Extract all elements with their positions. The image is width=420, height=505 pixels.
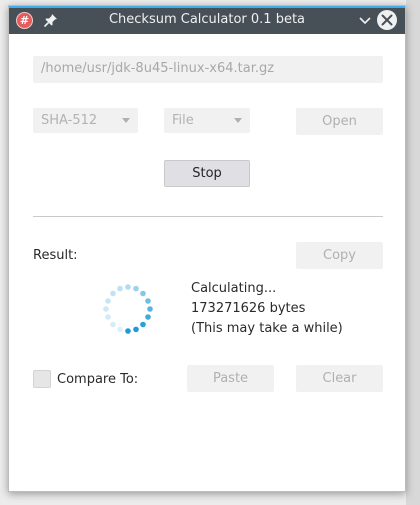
minimize-icon[interactable] xyxy=(357,12,373,28)
compare-label[interactable]: Compare To: xyxy=(57,372,138,387)
source-value: File xyxy=(172,113,194,128)
copy-button[interactable]: Copy xyxy=(296,242,383,269)
status-note: (This may take a while) xyxy=(191,321,343,336)
paste-button[interactable]: Paste xyxy=(187,365,274,392)
open-button[interactable]: Open xyxy=(296,108,383,135)
chevron-down-icon xyxy=(234,118,242,123)
title-bar[interactable]: # Checksum Calculator 0.1 beta xyxy=(9,6,405,34)
source-select[interactable]: File xyxy=(164,108,250,133)
background-window-edge xyxy=(406,0,420,505)
stop-button[interactable]: Stop xyxy=(164,160,250,187)
compare-checkbox[interactable] xyxy=(33,370,51,388)
divider xyxy=(33,216,383,217)
algorithm-select[interactable]: SHA-512 xyxy=(33,108,138,133)
close-icon xyxy=(381,14,393,26)
result-label: Result: xyxy=(33,248,78,263)
file-path-field[interactable]: /home/usr/jdk-8u45-linux-x64.tar.gz xyxy=(33,56,383,83)
loading-spinner-icon xyxy=(103,284,153,334)
clear-button[interactable]: Clear xyxy=(296,365,383,392)
chevron-down-icon xyxy=(122,118,130,123)
status-bytes: 173271626 bytes xyxy=(191,301,306,316)
status-text: Calculating... 173271626 bytes (This may… xyxy=(191,279,343,339)
window-title: Checksum Calculator 0.1 beta xyxy=(108,12,306,27)
algorithm-value: SHA-512 xyxy=(41,113,98,128)
status-calculating: Calculating... xyxy=(191,281,277,296)
app-window: # Checksum Calculator 0.1 beta /home/usr… xyxy=(8,5,406,492)
close-button[interactable] xyxy=(377,10,397,30)
